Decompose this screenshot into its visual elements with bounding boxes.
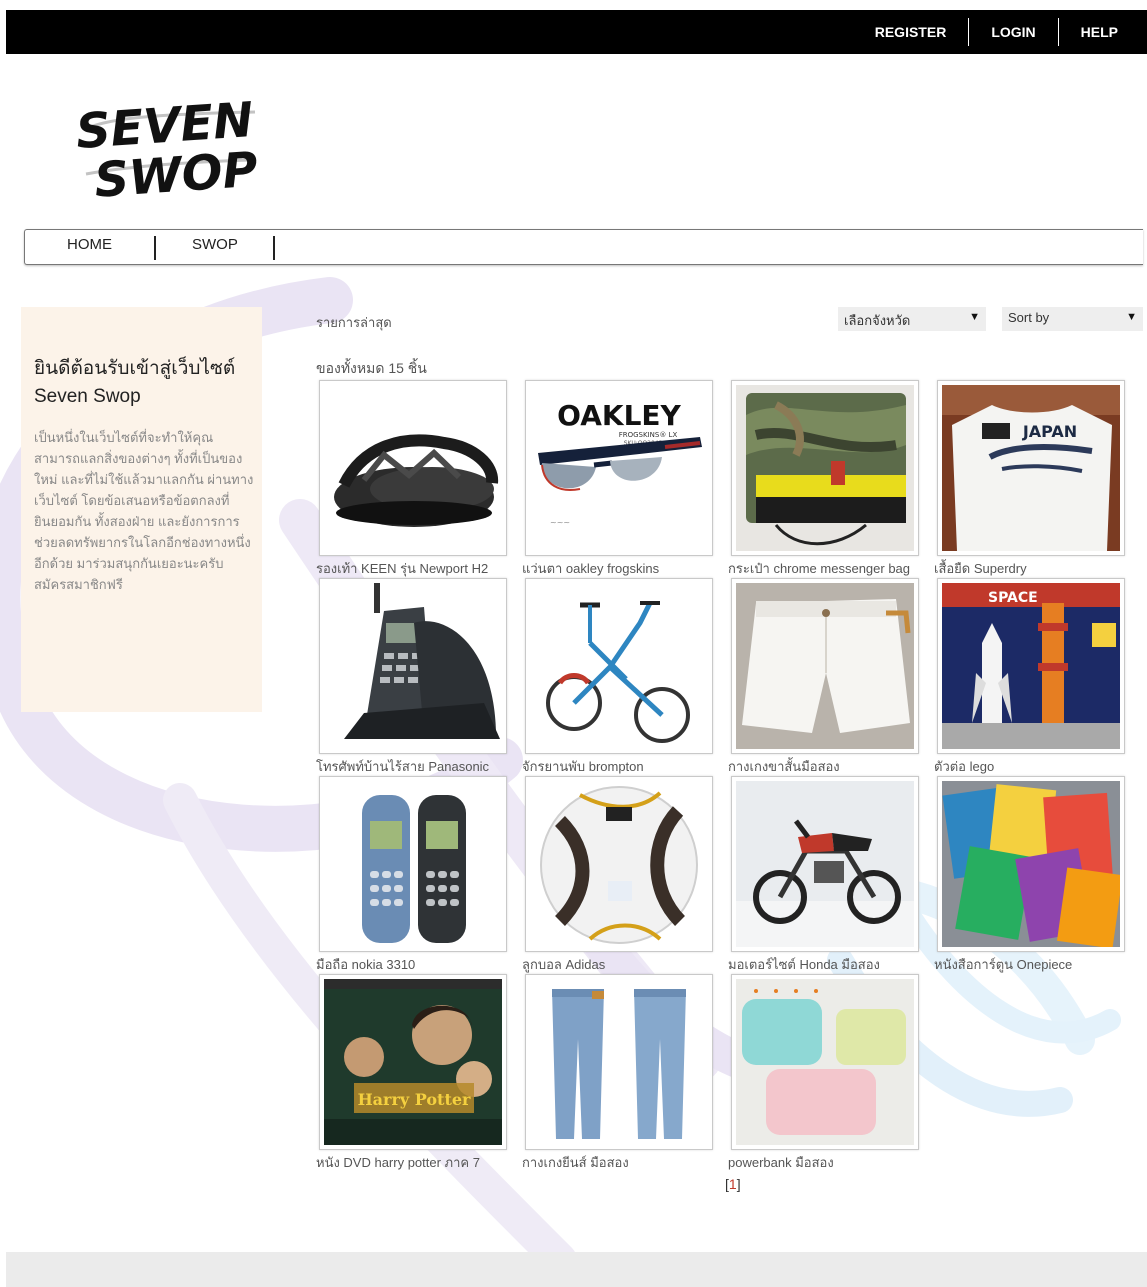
product-card[interactable]: มือถือ nokia 3310 xyxy=(316,776,509,973)
product-card[interactable]: SPACE ตัวต่อ lego xyxy=(934,578,1127,775)
product-card[interactable]: มอเตอร์ไซต์ Honda มือสอง xyxy=(728,776,921,973)
main-nav: HOME SWOP xyxy=(24,229,1143,265)
product-name[interactable]: กางเกงยีนส์ มือสอง xyxy=(522,1152,722,1173)
product-image[interactable] xyxy=(731,578,919,754)
product-image[interactable] xyxy=(525,578,713,754)
product-image[interactable] xyxy=(731,776,919,952)
divider xyxy=(154,236,156,260)
product-image[interactable]: SPACE xyxy=(937,578,1125,754)
jeans-photo xyxy=(530,979,708,1145)
seven-swop-logo[interactable]: SEVEN SWOP xyxy=(70,82,260,197)
product-card[interactable]: OAKLEY FROGSKINS® LX SKU:OO2043-05 ~~~ แ… xyxy=(522,380,715,577)
top-bar: REGISTER LOGIN HELP xyxy=(6,10,1147,54)
svg-text:~~~: ~~~ xyxy=(550,518,570,527)
product-image[interactable] xyxy=(319,380,507,556)
footer xyxy=(6,1252,1147,1287)
pagination: [1] xyxy=(725,1176,741,1192)
product-card[interactable]: จักรยานพับ brompton xyxy=(522,578,715,775)
product-name[interactable]: จักรยานพับ brompton xyxy=(522,756,722,777)
product-name[interactable]: กางเกงขาสั้นมือสอง xyxy=(728,756,928,777)
powerbank-photo xyxy=(736,979,914,1145)
lego-photo: SPACE xyxy=(942,583,1120,749)
phone-photo xyxy=(324,583,502,749)
product-name[interactable]: เสื้อยืด Superdry xyxy=(934,558,1134,579)
sandal-photo xyxy=(324,385,502,551)
bicycle-photo xyxy=(530,583,708,749)
sort-select-value: Sort by xyxy=(1008,310,1050,325)
product-card[interactable]: รองเท้า KEEN รุ่น Newport H2 xyxy=(316,380,509,577)
product-name[interactable]: powerbank มือสอง xyxy=(728,1152,928,1173)
product-image[interactable]: Harry Potter xyxy=(319,974,507,1150)
welcome-title: ยินดีต้อนรับเข้าสู่เว็บไซต์ Seven Swop xyxy=(34,358,236,407)
divider xyxy=(273,236,275,260)
product-image[interactable] xyxy=(731,380,919,556)
top-links: REGISTER LOGIN HELP xyxy=(853,10,1147,54)
product-image[interactable] xyxy=(319,578,507,754)
product-card[interactable]: กางเกงยีนส์ มือสอง xyxy=(522,974,715,1171)
sort-select[interactable]: Sort by ▼ xyxy=(1002,307,1143,331)
product-name[interactable]: ลูกบอล Adidas xyxy=(522,954,722,975)
welcome-sidebar: ยินดีต้อนรับเข้าสู่เว็บไซต์ Seven Swop เ… xyxy=(21,307,262,712)
product-image[interactable] xyxy=(525,974,713,1150)
page-1-link[interactable]: 1 xyxy=(729,1176,737,1192)
login-link[interactable]: LOGIN xyxy=(969,18,1057,46)
oakley-brand-text: OAKLEY xyxy=(557,399,681,432)
product-image[interactable] xyxy=(319,776,507,952)
sunglasses-photo: OAKLEY FROGSKINS® LX SKU:OO2043-05 ~~~ xyxy=(530,385,708,551)
register-link[interactable]: REGISTER xyxy=(853,18,969,46)
product-name[interactable]: รองเท้า KEEN รุ่น Newport H2 xyxy=(316,558,516,579)
product-image[interactable] xyxy=(731,974,919,1150)
product-image[interactable]: JAPAN xyxy=(937,380,1125,556)
product-name[interactable]: มอเตอร์ไซต์ Honda มือสอง xyxy=(728,954,928,975)
dvd-photo: Harry Potter xyxy=(324,979,502,1145)
product-name[interactable]: หนัง DVD harry potter ภาค 7 xyxy=(316,1152,516,1173)
product-name[interactable]: มือถือ nokia 3310 xyxy=(316,954,516,975)
dropdown-arrow-icon: ▼ xyxy=(969,311,980,323)
product-card[interactable]: โทรศัพท์บ้านไร้สาย Panasonic xyxy=(316,578,509,775)
province-select[interactable]: เลือกจังหวัด ▼ xyxy=(838,307,986,331)
item-count: ของทั้งหมด 15 ชิ้น xyxy=(316,360,427,376)
tshirt-print-text: JAPAN xyxy=(1022,422,1077,441)
latest-heading: รายการล่าสุด xyxy=(316,315,392,330)
pager-bracket: ] xyxy=(736,1176,741,1192)
help-link[interactable]: HELP xyxy=(1059,18,1147,46)
product-card[interactable]: Harry Potter หนัง DVD harry potter ภาค 7 xyxy=(316,974,509,1171)
product-image[interactable]: OAKLEY FROGSKINS® LX SKU:OO2043-05 ~~~ xyxy=(525,380,713,556)
nav-swop[interactable]: SWOP xyxy=(192,230,238,264)
bag-photo xyxy=(736,385,914,551)
product-card[interactable]: กระเป๋า chrome messenger bag xyxy=(728,380,921,577)
welcome-text: เป็นหนึ่งในเว็บไซต์ที่จะทำให้คุณ สามารถแ… xyxy=(34,430,254,592)
product-name[interactable]: กระเป๋า chrome messenger bag xyxy=(728,558,928,579)
oakley-model-text: FROGSKINS® LX xyxy=(619,431,678,439)
product-card[interactable]: กางเกงขาสั้นมือสอง xyxy=(728,578,921,775)
product-name[interactable]: หนังสือการ์ตูน Onepiece xyxy=(934,954,1134,975)
dropdown-arrow-icon: ▼ xyxy=(1126,311,1137,323)
product-image[interactable] xyxy=(937,776,1125,952)
motorcycle-photo xyxy=(736,781,914,947)
product-card[interactable]: JAPAN เสื้อยืด Superdry xyxy=(934,380,1127,577)
product-card[interactable]: powerbank มือสอง xyxy=(728,974,921,1171)
dvd-title-text: Harry Potter xyxy=(358,1090,471,1109)
product-name[interactable]: แว่นตา oakley frogskins xyxy=(522,558,722,579)
product-card[interactable]: ลูกบอล Adidas xyxy=(522,776,715,973)
product-card[interactable]: หนังสือการ์ตูน Onepiece xyxy=(934,776,1127,973)
lego-print-text: SPACE xyxy=(988,590,1038,606)
comic-photo xyxy=(942,781,1120,947)
product-name[interactable]: โทรศัพท์บ้านไร้สาย Panasonic xyxy=(316,756,516,777)
nav-home[interactable]: HOME xyxy=(67,230,112,264)
tshirt-photo: JAPAN xyxy=(942,385,1120,551)
ball-photo xyxy=(530,781,708,947)
product-name[interactable]: ตัวต่อ lego xyxy=(934,756,1134,777)
nokia-photo xyxy=(324,781,502,947)
product-image[interactable] xyxy=(525,776,713,952)
province-select-value: เลือกจังหวัด xyxy=(844,313,911,328)
shorts-photo xyxy=(736,583,914,749)
